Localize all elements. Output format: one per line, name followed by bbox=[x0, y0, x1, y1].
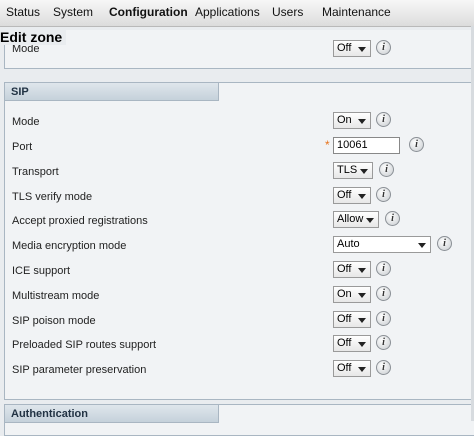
info-icon[interactable]: i bbox=[376, 187, 391, 202]
row-transport: Transport TLS i bbox=[5, 162, 474, 182]
select-value: TLS bbox=[337, 164, 358, 176]
nav-status[interactable]: Status bbox=[6, 5, 40, 19]
row-ice-support: ICE support Off i bbox=[5, 261, 474, 281]
field-label: Multistream mode bbox=[12, 290, 100, 302]
select-value: Off bbox=[337, 263, 352, 275]
row-port: Port * 10061 i bbox=[5, 137, 474, 157]
info-icon[interactable]: i bbox=[376, 261, 391, 276]
select-value: On bbox=[337, 288, 352, 300]
row-mode: Mode On i bbox=[5, 112, 474, 132]
nav-system[interactable]: System bbox=[53, 5, 93, 19]
accept-proxied-registrations-select[interactable]: Allow bbox=[333, 211, 379, 228]
sip-poison-mode-select[interactable]: Off bbox=[333, 311, 371, 328]
sip-parameter-preservation-select[interactable]: Off bbox=[333, 360, 371, 377]
select-value: Allow bbox=[337, 213, 364, 225]
info-icon[interactable]: i bbox=[385, 211, 400, 226]
nav-maintenance[interactable]: Maintenance bbox=[322, 5, 391, 19]
field-label: Transport bbox=[12, 166, 59, 178]
chevron-down-icon bbox=[358, 367, 366, 372]
media-encryption-mode-select[interactable]: Auto bbox=[333, 236, 431, 253]
select-value: Off bbox=[337, 337, 352, 349]
row-mode-previous: Mode Off i bbox=[5, 40, 474, 60]
chevron-down-icon bbox=[358, 119, 366, 124]
info-icon[interactable]: i bbox=[376, 335, 391, 350]
row-media-encryption-mode: Media encryption mode Auto i bbox=[5, 236, 474, 256]
info-icon[interactable]: i bbox=[376, 40, 391, 55]
multistream-mode-select[interactable]: On bbox=[333, 286, 371, 303]
chevron-down-icon bbox=[358, 342, 366, 347]
field-label: SIP poison mode bbox=[12, 315, 96, 327]
nav-applications[interactable]: Applications bbox=[195, 5, 260, 19]
select-value: Off bbox=[337, 42, 352, 54]
row-sip-poison-mode: SIP poison mode Off i bbox=[5, 311, 474, 331]
select-value: Auto bbox=[337, 238, 360, 250]
sip-section-header: SIP bbox=[5, 83, 219, 101]
info-icon[interactable]: i bbox=[437, 236, 452, 251]
chevron-down-icon bbox=[358, 318, 366, 323]
field-label: Media encryption mode bbox=[12, 240, 127, 252]
nav-users[interactable]: Users bbox=[272, 5, 303, 19]
field-label: Accept proxied registrations bbox=[12, 215, 148, 227]
row-accept-proxied-registrations: Accept proxied registrations Allow i bbox=[5, 211, 474, 231]
mode-select[interactable]: On bbox=[333, 112, 371, 129]
info-icon[interactable]: i bbox=[409, 137, 424, 152]
previous-section: Mode Off i bbox=[4, 30, 474, 69]
field-label: Mode bbox=[12, 116, 40, 128]
required-star-icon: * bbox=[325, 138, 330, 152]
row-preloaded-sip-routes-support: Preloaded SIP routes support Off i bbox=[5, 335, 474, 355]
mode-select-previous[interactable]: Off bbox=[333, 40, 371, 57]
chevron-down-icon bbox=[418, 243, 426, 248]
field-label: Port bbox=[12, 141, 33, 153]
page-title: Edit zone bbox=[0, 29, 67, 45]
select-value: Off bbox=[337, 189, 352, 201]
transport-select[interactable]: TLS bbox=[333, 162, 373, 179]
row-tls-verify-mode: TLS verify mode Off i bbox=[5, 187, 474, 207]
select-value: Off bbox=[337, 313, 352, 325]
chevron-down-icon bbox=[358, 268, 366, 273]
chevron-down-icon bbox=[358, 293, 366, 298]
top-navigation: Status System Configuration Applications… bbox=[0, 0, 474, 27]
port-input[interactable]: 10061 bbox=[333, 137, 400, 154]
chevron-down-icon bbox=[366, 218, 374, 223]
preloaded-sip-routes-support-select[interactable]: Off bbox=[333, 335, 371, 352]
tls-verify-mode-select[interactable]: Off bbox=[333, 187, 371, 204]
info-icon[interactable]: i bbox=[379, 162, 394, 177]
info-icon[interactable]: i bbox=[376, 112, 391, 127]
field-label: SIP parameter preservation bbox=[12, 364, 147, 376]
field-label: TLS verify mode bbox=[12, 191, 93, 203]
authentication-section: Authentication bbox=[4, 404, 474, 436]
sip-section: SIP Mode On i Port * 10061 i Transport T… bbox=[4, 82, 474, 400]
select-value: Off bbox=[337, 362, 352, 374]
field-label: Preloaded SIP routes support bbox=[12, 339, 157, 351]
field-label: ICE support bbox=[12, 265, 71, 277]
row-sip-parameter-preservation: SIP parameter preservation Off i bbox=[5, 360, 474, 380]
info-icon[interactable]: i bbox=[376, 360, 391, 375]
info-icon[interactable]: i bbox=[376, 286, 391, 301]
chevron-down-icon bbox=[358, 194, 366, 199]
nav-configuration[interactable]: Configuration bbox=[109, 5, 188, 19]
info-icon[interactable]: i bbox=[376, 311, 391, 326]
select-value: On bbox=[337, 114, 352, 126]
row-multistream-mode: Multistream mode On i bbox=[5, 286, 474, 306]
ice-support-select[interactable]: Off bbox=[333, 261, 371, 278]
authentication-section-header: Authentication bbox=[5, 405, 219, 423]
chevron-down-icon bbox=[360, 169, 368, 174]
chevron-down-icon bbox=[358, 47, 366, 52]
